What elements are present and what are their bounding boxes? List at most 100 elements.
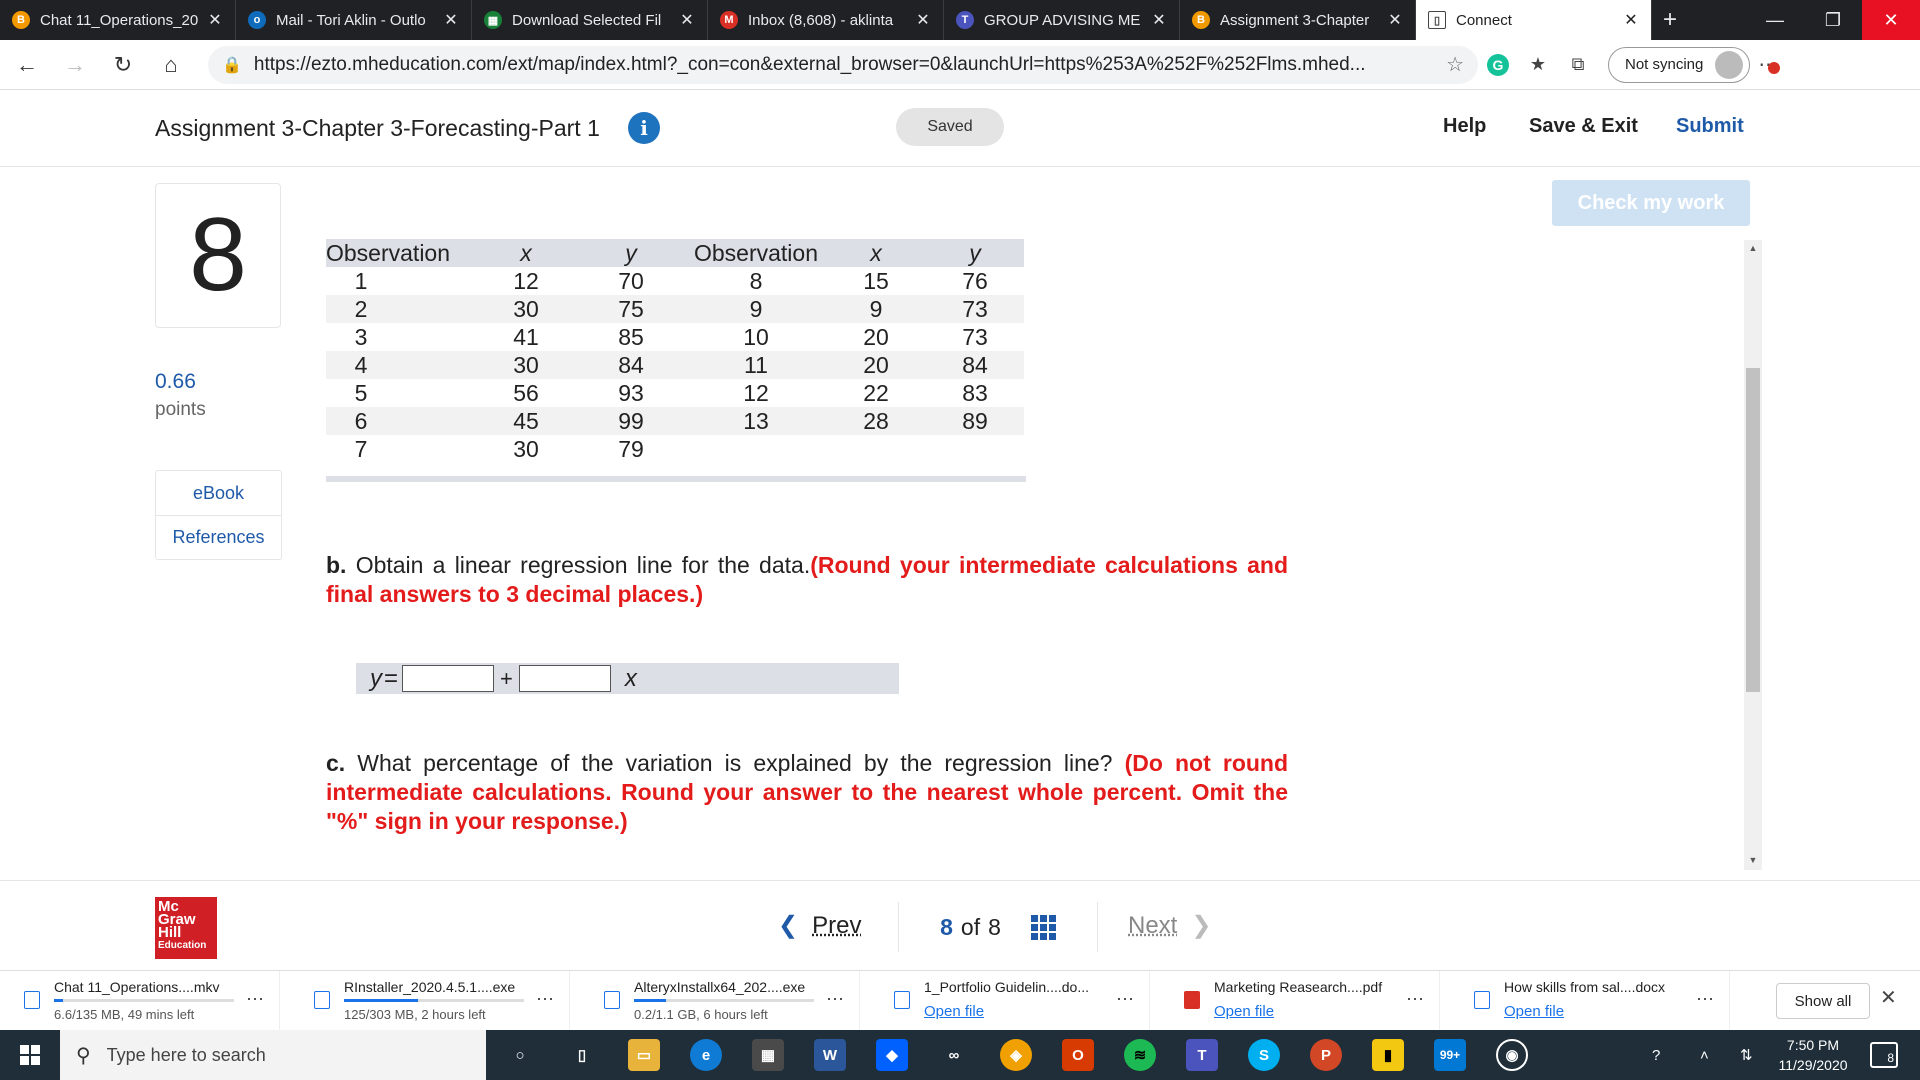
profile-sync-button[interactable]: Not syncing	[1608, 46, 1751, 83]
open-file-link[interactable]: Open file	[1504, 1003, 1564, 1020]
submit-link[interactable]: Submit	[1676, 115, 1744, 138]
window-close-icon[interactable]: ✕	[1862, 0, 1920, 40]
powerpoint-icon[interactable]: P	[1310, 1039, 1342, 1071]
bookmark-star-icon[interactable]: ☆	[1446, 52, 1464, 77]
browser-tab[interactable]: ▦ Download Selected Fil ✕	[472, 0, 708, 40]
table-cell: 13	[686, 407, 826, 435]
download-more-icon[interactable]: ⋯	[1696, 989, 1714, 1010]
windows-taskbar: ⚲ Type here to search ○ ▯ ▭ e ▦ W ◆ ∞ ◈ …	[0, 1030, 1920, 1080]
download-more-icon[interactable]: ⋯	[536, 989, 554, 1010]
browser-tab[interactable]: o Mail - Tori Aklin - Outlo ✕	[236, 0, 472, 40]
download-item[interactable]: Marketing Reasearch....pdf Open file ⋯	[1160, 971, 1440, 1031]
tab-close-icon[interactable]: ✕	[915, 10, 931, 30]
forward-arrow-icon[interactable]: →	[54, 44, 96, 86]
media-icon[interactable]: ◉	[1496, 1039, 1528, 1071]
office-icon[interactable]: O	[1062, 1039, 1094, 1071]
page-indicator[interactable]: 8 of 8	[898, 902, 1098, 952]
scroll-down-icon[interactable]: ▼	[1744, 855, 1762, 869]
minimize-icon[interactable]: —	[1746, 0, 1804, 40]
tab-close-icon[interactable]: ✕	[443, 10, 459, 30]
edge-icon[interactable]: e	[690, 1039, 722, 1071]
restore-icon[interactable]: ❐	[1804, 0, 1862, 40]
chevron-right-icon: ❯	[1191, 912, 1212, 939]
store-icon[interactable]: ▦	[752, 1039, 784, 1071]
check-my-work-button[interactable]: Check my work	[1552, 180, 1750, 226]
browser-tab[interactable]: B Assignment 3-Chapter ✕	[1180, 0, 1416, 40]
taskbar-search[interactable]: ⚲ Type here to search	[60, 1030, 486, 1080]
notification-center-icon[interactable]: 8	[1870, 1042, 1898, 1068]
tab-close-icon[interactable]: ✕	[1387, 10, 1403, 30]
skype-icon[interactable]: S	[1248, 1039, 1280, 1071]
spotify-icon[interactable]: ≋	[1124, 1039, 1156, 1071]
part-c-question: c. What percentage of the variation is e…	[326, 749, 1288, 836]
cortana-icon[interactable]: ○	[504, 1039, 536, 1071]
question-number: 8	[155, 183, 281, 328]
back-arrow-icon[interactable]: ←	[6, 44, 48, 86]
word-icon[interactable]: W	[814, 1039, 846, 1071]
question-grid-icon[interactable]	[1030, 914, 1056, 940]
ebook-button[interactable]: eBook	[156, 471, 281, 515]
scroll-up-icon[interactable]: ▲	[1744, 243, 1762, 257]
prev-button[interactable]: ❮ Prev	[778, 911, 861, 940]
download-item[interactable]: 1_Portfolio Guidelin....do... Open file ⋯	[870, 971, 1150, 1031]
url-field[interactable]: 🔒 https://ezto.mheducation.com/ext/map/i…	[208, 45, 1478, 84]
table-cell: 89	[926, 407, 1024, 435]
download-more-icon[interactable]: ⋯	[826, 989, 844, 1010]
home-icon[interactable]: ⌂	[150, 44, 192, 86]
download-item[interactable]: How skills from sal....docx Open file ⋯	[1450, 971, 1730, 1031]
info-icon[interactable]: i	[628, 112, 660, 144]
download-item[interactable]: RInstaller_2020.4.5.1....exe 125/303 MB, …	[290, 971, 570, 1031]
close-downloads-icon[interactable]: ✕	[1880, 985, 1897, 1010]
browser-tab[interactable]: B Chat 11_Operations_20 ✕	[0, 0, 236, 40]
start-button[interactable]	[0, 1030, 60, 1080]
dropbox-icon[interactable]: ◆	[876, 1039, 908, 1071]
grammarly-extension[interactable]: G	[1478, 45, 1518, 85]
refresh-icon[interactable]: ↻	[102, 44, 144, 86]
scrollbar-thumb[interactable]	[1746, 368, 1760, 692]
table-cell: 3	[354, 323, 368, 350]
more-menu-icon[interactable]: ⋯	[1750, 52, 1786, 77]
references-button[interactable]: References	[156, 515, 281, 559]
table-cell: 7	[354, 435, 368, 462]
slope-input[interactable]	[518, 665, 611, 692]
browser-tab[interactable]: M Inbox (8,608) - aklinta ✕	[708, 0, 944, 40]
new-tab-button[interactable]: +	[1652, 0, 1688, 40]
system-clock[interactable]: 7:50 PM 11/29/2020	[1768, 1035, 1858, 1075]
collections-icon[interactable]: ⧉	[1558, 45, 1598, 85]
equation-equals: =	[384, 664, 399, 692]
tray-chevron-up-icon[interactable]: ˄	[1700, 1030, 1709, 1080]
tab-close-icon[interactable]: ✕	[207, 10, 223, 30]
windows-logo-icon	[20, 1045, 40, 1065]
browser-tab[interactable]: ▯ Connect ✕	[1416, 0, 1652, 40]
open-file-link[interactable]: Open file	[1214, 1003, 1274, 1020]
intercept-input[interactable]	[402, 665, 495, 692]
download-item[interactable]: AlteryxInstallx64_202....exe 0.2/1.1 GB, …	[580, 971, 860, 1031]
download-more-icon[interactable]: ⋯	[1406, 989, 1424, 1010]
network-icon[interactable]: ⇅	[1740, 1030, 1753, 1080]
mail-icon[interactable]: 99+	[1434, 1039, 1466, 1071]
open-file-link[interactable]: Open file	[924, 1003, 984, 1020]
save-exit-link[interactable]: Save & Exit	[1529, 115, 1638, 138]
tab-close-icon[interactable]: ✕	[1623, 10, 1639, 30]
browser-tab[interactable]: T GROUP ADVISING ME ✕	[944, 0, 1180, 40]
next-button[interactable]: Next ❯	[1128, 911, 1211, 940]
powerbi-icon[interactable]: ▮	[1372, 1039, 1404, 1071]
task-view-icon[interactable]: ▯	[566, 1039, 598, 1071]
show-all-downloads-button[interactable]: Show all	[1776, 983, 1870, 1019]
file-icon	[894, 991, 910, 1009]
shield-app-icon[interactable]: ◈	[1000, 1039, 1032, 1071]
next-label: Next	[1128, 911, 1178, 939]
tab-label: Connect	[1456, 11, 1512, 29]
file-explorer-icon[interactable]: ▭	[628, 1039, 660, 1071]
download-item[interactable]: Chat 11_Operations....mkv 6.6/135 MB, 49 …	[0, 971, 280, 1031]
download-more-icon[interactable]: ⋯	[1116, 989, 1134, 1010]
help-tray-icon[interactable]: ?	[1652, 1030, 1660, 1080]
favorites-icon[interactable]: ★	[1518, 45, 1558, 85]
help-link[interactable]: Help	[1443, 115, 1486, 138]
table-bottom-rule	[326, 476, 1026, 482]
download-more-icon[interactable]: ⋯	[246, 989, 264, 1010]
tab-close-icon[interactable]: ✕	[1151, 10, 1167, 30]
teams-icon[interactable]: T	[1186, 1039, 1218, 1071]
infinity-icon[interactable]: ∞	[938, 1039, 970, 1071]
tab-close-icon[interactable]: ✕	[679, 10, 695, 30]
